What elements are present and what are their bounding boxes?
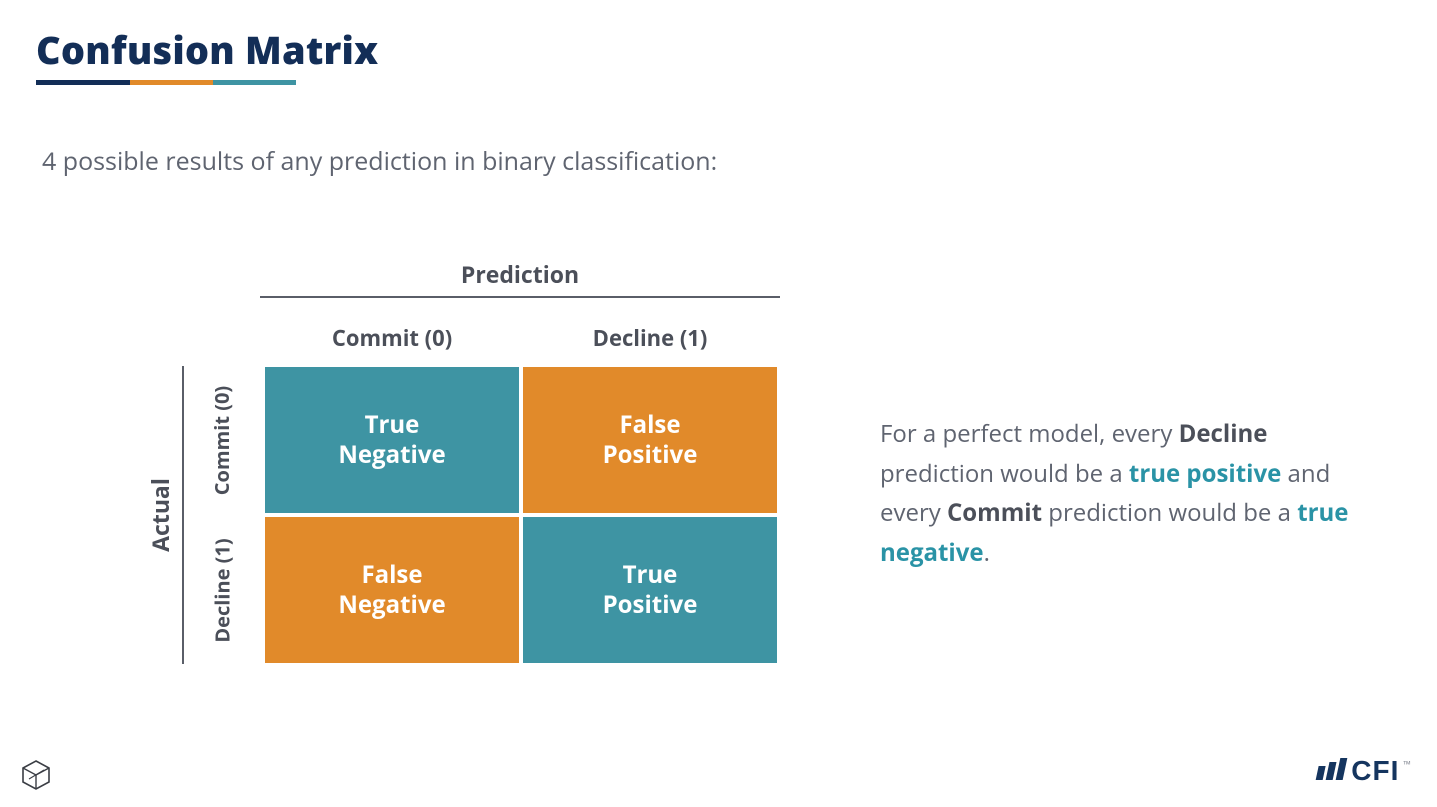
underline-seg-teal xyxy=(213,80,296,85)
row-header-commit: Commit (0) xyxy=(182,366,262,514)
row-header-decline: Decline (1) xyxy=(182,516,262,664)
explain-true-positive: true positive xyxy=(1129,457,1281,490)
cell-fn-line2: Negative xyxy=(338,590,445,620)
cell-false-positive: False Positive xyxy=(522,366,778,514)
confusion-matrix: Prediction Actual Commit (0) Decline (1)… xyxy=(140,258,780,664)
axis-label-actual-text: Actual xyxy=(144,478,176,552)
cell-tn-line1: True xyxy=(338,410,445,440)
cell-tn-line2: Negative xyxy=(338,440,445,470)
cell-true-positive: True Positive xyxy=(522,516,778,664)
cell-tp-line2: Positive xyxy=(603,590,698,620)
explain-t2: prediction would be a xyxy=(880,457,1129,490)
cfi-logo: CFI ™ xyxy=(1318,755,1411,787)
col-header-commit: Commit (0) xyxy=(264,312,520,364)
explain-commit: Commit xyxy=(947,496,1042,529)
title-underline xyxy=(36,80,296,85)
cell-fp-line2: Positive xyxy=(603,440,698,470)
slide-title: Confusion Matrix xyxy=(36,24,378,76)
explain-t1: For a perfect model, every xyxy=(880,417,1179,450)
row-header-commit-text: Commit (0) xyxy=(209,385,236,494)
axis-top-rule xyxy=(260,296,780,298)
underline-seg-orange xyxy=(130,80,213,85)
cell-false-negative: False Negative xyxy=(264,516,520,664)
axis-label-prediction: Prediction xyxy=(260,258,780,296)
cube-icon xyxy=(20,759,52,791)
cell-true-negative: True Negative xyxy=(264,366,520,514)
col-header-decline: Decline (1) xyxy=(522,312,778,364)
cell-tp-line1: True xyxy=(603,560,698,590)
axis-label-actual: Actual xyxy=(140,366,180,664)
cell-fp-line1: False xyxy=(603,410,698,440)
row-header-decline-text: Decline (1) xyxy=(209,538,236,642)
explanation-paragraph: For a perfect model, every Decline predi… xyxy=(880,414,1360,572)
cfi-logo-text: CFI xyxy=(1351,755,1399,787)
subtitle-text: 4 possible results of any prediction in … xyxy=(42,144,717,178)
explain-t4: prediction would be a xyxy=(1042,496,1297,529)
cell-fn-line1: False xyxy=(338,560,445,590)
underline-seg-navy xyxy=(36,80,130,85)
cfi-logo-bars-icon xyxy=(1316,758,1348,780)
explain-decline: Decline xyxy=(1179,417,1268,450)
explain-t5: . xyxy=(984,536,990,569)
cfi-logo-tm: ™ xyxy=(1403,757,1411,771)
